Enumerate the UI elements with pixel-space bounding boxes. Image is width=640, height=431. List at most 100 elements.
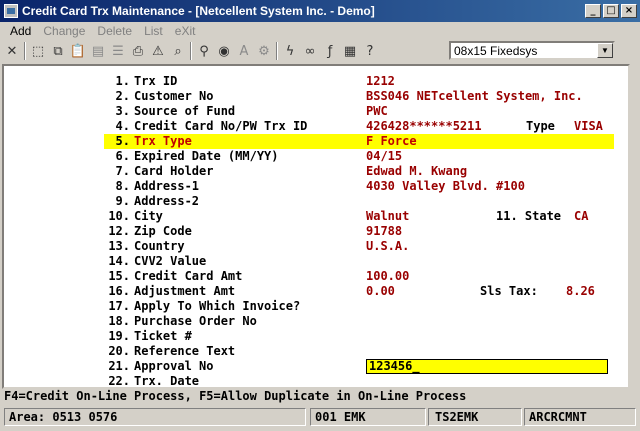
tools-icon[interactable]: ⚙ <box>254 41 274 61</box>
field-row[interactable]: 16. Adjustment Amt 0.00 Sls Tax: 8.26 <box>4 284 628 299</box>
field-number: 12. <box>108 224 130 238</box>
field-value: Walnut <box>366 209 410 223</box>
field-row[interactable]: 20. Reference Text <box>4 344 628 359</box>
status-area: Area: 0513 0576 <box>4 408 306 426</box>
field-number: 5. <box>115 134 130 148</box>
field-number: 7. <box>115 164 130 178</box>
field-label: Trx Type <box>134 134 192 148</box>
print-icon[interactable]: ⎙ <box>128 41 148 61</box>
field-row[interactable]: 7. Card Holder Edwad M. Kwang <box>4 164 628 179</box>
menu-item-delete[interactable]: Delete <box>91 24 138 38</box>
field-label: Purchase Order No <box>134 314 257 328</box>
calculator-icon[interactable]: ▦ <box>340 41 360 61</box>
toolbar-separator <box>276 42 278 60</box>
field-label: CVV2 Value <box>134 254 207 268</box>
menu-item-exit[interactable]: eXit <box>169 24 202 38</box>
binoculars-icon[interactable]: ⌕ <box>168 41 188 61</box>
field-label: Apply To Which Invoice? <box>134 299 301 313</box>
field-row[interactable]: 8. Address-1 4030 Valley Blvd. #100 <box>4 179 628 194</box>
field-tail-label: Sls Tax: <box>480 284 538 298</box>
field-label: Source of Fund <box>134 104 236 118</box>
field-value: 0.00 <box>366 284 395 298</box>
field-row[interactable]: 1. Trx ID 1212 <box>4 74 628 89</box>
field-number: 4. <box>115 119 130 133</box>
field-row[interactable]: 5. Trx Type F Force <box>104 134 614 149</box>
field-value: PWC <box>366 104 388 118</box>
alert-icon[interactable]: ⚠ <box>148 41 168 61</box>
field-value: 426428******5211 <box>366 119 482 133</box>
field-value: 1212 <box>366 74 395 88</box>
field-label: Country <box>134 239 185 253</box>
field-row[interactable]: 4. Credit Card No/PW Trx ID 426428******52… <box>4 119 628 134</box>
menu-item-list[interactable]: List <box>138 24 169 38</box>
field-value: 100.00 <box>366 269 410 283</box>
field-label: Reference Text <box>134 344 236 358</box>
field-value: 91788 <box>366 224 403 238</box>
field-row[interactable]: 10. City Walnut 11. State CA <box>4 209 628 224</box>
field-label: City <box>134 209 163 223</box>
field-value: Edwad M. Kwang <box>366 164 468 178</box>
status-program: ARCRCMNT <box>524 408 636 426</box>
field-number: 17. <box>108 299 130 313</box>
chevron-down-icon[interactable]: ▼ <box>597 43 613 58</box>
clipboard-icon[interactable]: ▤ <box>88 41 108 61</box>
field-number: 8. <box>115 179 130 193</box>
field-label: Credit Card No/PW Trx ID <box>134 119 308 133</box>
field-row[interactable]: 14. CVV2 Value <box>4 254 628 269</box>
help-pointer-icon[interactable]: ? <box>360 41 380 61</box>
paste-icon[interactable]: 📋 <box>68 41 88 61</box>
field-number: 20. <box>108 344 130 358</box>
field-number: 19. <box>108 329 130 343</box>
status-user: TS2EMK <box>428 408 522 426</box>
field-number: 6. <box>115 149 130 163</box>
field-row[interactable]: 19. Ticket # <box>4 329 628 344</box>
lightning-icon[interactable]: ϟ <box>280 41 300 61</box>
zoom-icon[interactable]: ⚲ <box>194 41 214 61</box>
font-icon[interactable]: A <box>234 41 254 61</box>
field-number: 1. <box>115 74 130 88</box>
field-tail-label: 11. State <box>496 209 562 223</box>
field-row[interactable]: 18. Purchase Order No <box>4 314 628 329</box>
field-row[interactable]: 21. Approval No 123456_ <box>4 359 628 374</box>
link-icon[interactable]: ∞ <box>300 41 320 61</box>
font-select[interactable]: 08x15 Fixedsys ▼ <box>449 41 615 60</box>
function-icon[interactable]: ƒ <box>320 41 340 61</box>
field-row[interactable]: 22. Trx. Date <box>4 374 628 389</box>
field-number: 14. <box>108 254 130 268</box>
field-label: Trx ID <box>134 74 178 88</box>
field-row[interactable]: 17. Apply To Which Invoice? <box>4 299 628 314</box>
field-number: 21. <box>108 359 130 373</box>
field-label: Address-2 <box>134 194 200 208</box>
globe-icon[interactable]: ◉ <box>214 41 234 61</box>
field-row[interactable]: 15. Credit Card Amt 100.00 <box>4 269 628 284</box>
field-value: BSS046 NETcellent System, Inc. <box>366 89 583 103</box>
field-row[interactable]: 3. Source of Fund PWC <box>4 104 628 119</box>
window-title: Credit Card Trx Maintenance - [Netcellen… <box>22 4 375 18</box>
cancel-icon[interactable]: ✕ <box>2 41 22 61</box>
field-row[interactable]: 9. Address-2 <box>4 194 628 209</box>
maximize-button[interactable]: □ <box>603 4 619 18</box>
field-number: 15. <box>108 269 130 283</box>
select-icon[interactable]: ⬚ <box>28 41 48 61</box>
font-select-value: 08x15 Fixedsys <box>454 43 538 58</box>
status-bar: Area: 0513 0576 001 EMK TS2EMK ARCRCMNT <box>0 407 640 429</box>
field-row[interactable]: 6. Expired Date (MM/YY) 04/15 <box>4 149 628 164</box>
terminal-screen[interactable]: 1. Trx ID 1212 2. Customer No BSS046 NETcelle… <box>2 64 630 389</box>
field-number: 18. <box>108 314 130 328</box>
field-number: 2. <box>115 89 130 103</box>
field-row[interactable]: 2. Customer No BSS046 NETcellent System, I… <box>4 89 628 104</box>
field-tail-value: 8.26 <box>566 284 595 298</box>
menu-item-add[interactable]: Add <box>4 24 37 38</box>
minimize-button[interactable]: _ <box>585 4 601 18</box>
field-value: F Force <box>366 134 417 148</box>
copy-icon[interactable]: ⧉ <box>48 41 68 61</box>
menu-item-change[interactable]: Change <box>37 24 91 38</box>
field-value: U.S.A. <box>366 239 410 253</box>
field-row[interactable]: 12. Zip Code 91788 <box>4 224 628 239</box>
scrollbar[interactable] <box>630 64 640 389</box>
close-button[interactable]: × <box>621 4 637 18</box>
field-value: 04/15 <box>366 149 403 163</box>
approval-no-input[interactable]: 123456_ <box>366 359 608 374</box>
notes-icon[interactable]: ☰ <box>108 41 128 61</box>
field-row[interactable]: 13. Country U.S.A. <box>4 239 628 254</box>
